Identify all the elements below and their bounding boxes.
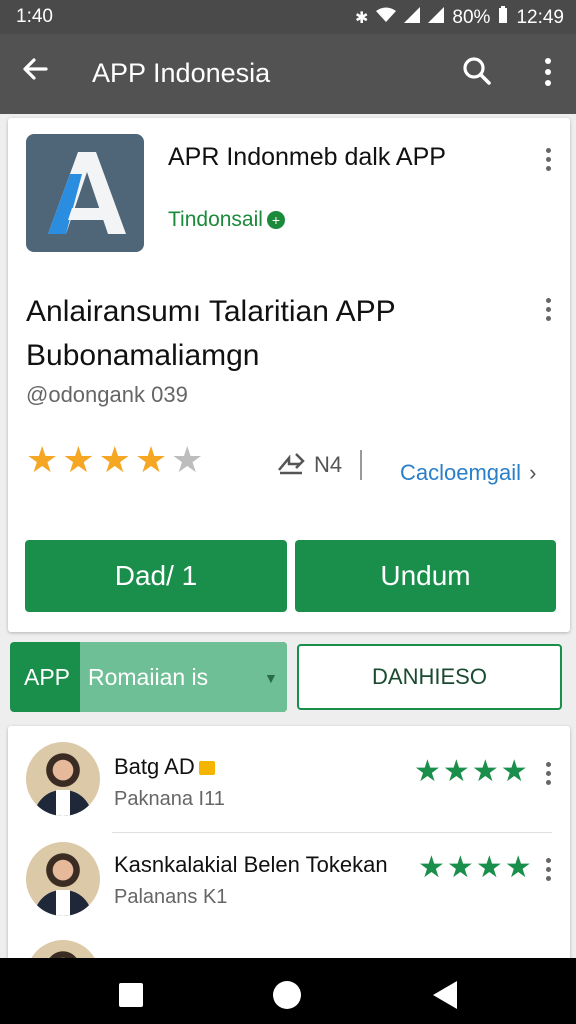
status-clock: 12:49 [516, 6, 564, 28]
reviewer-name: Kasnkalakial Belen Tokekan [114, 852, 388, 877]
reviewer-subtitle: Paknana I11 [114, 788, 225, 810]
star-icon: ★ [414, 755, 441, 788]
reviews-card: Batg AD Paknana I11 ★ ★ ★ ★ Kasnkalakial Be… [8, 726, 570, 1014]
developer-name: Tindonsail [168, 208, 263, 231]
back-triangle-icon[interactable] [432, 980, 458, 1015]
avatar [26, 742, 100, 816]
star-icon: ★ [471, 755, 499, 788]
reviewer-name: Batg AD [114, 754, 215, 780]
app-name: APR Indonmeb dalk APP [168, 143, 446, 171]
star-icon: ★ [475, 851, 503, 884]
battery-icon [498, 6, 508, 29]
install-button[interactable]: Undum [295, 540, 556, 612]
review-stars: ★ ★ ★ ★ [414, 756, 528, 788]
review-item[interactable]: Batg AD Paknana I11 ★ ★ ★ ★ [8, 732, 570, 840]
signal-icon-2 [428, 7, 445, 28]
star-icon: ★ [26, 439, 59, 480]
dropdown-caret-icon: ▼ [264, 670, 278, 686]
reviewer-name-text: Batg AD [114, 754, 195, 779]
app-more-icon[interactable] [543, 148, 553, 174]
app-filter-dropdown[interactable]: APP Romaiian is ▼ [10, 642, 287, 712]
review-stars: ★ ★ ★ ★ [418, 852, 532, 884]
app-logo-icon [26, 134, 144, 252]
star-icon: ★ [418, 851, 445, 884]
battery-percent: 80% [452, 6, 491, 28]
divider [112, 832, 552, 833]
status-icons: ✱ 80% 12:49 [355, 6, 564, 29]
star-icon: ★ [504, 851, 532, 884]
review-more-icon[interactable] [543, 762, 553, 788]
wifi-icon [376, 7, 397, 28]
lock-icon [198, 761, 215, 775]
app-headline: Anlairansumı Talaritian APP Bubonamaliam… [26, 295, 396, 372]
star-icon: ★ [134, 439, 168, 480]
rating-stars: ★ ★ ★ ★ ★ [26, 440, 203, 480]
status-bar: 1:40 ✱ 80% 12:49 [0, 0, 576, 34]
recents-icon[interactable] [118, 982, 144, 1013]
review-item[interactable]: Kasnkalakial Belen Tokekan Palanans K1 ★… [8, 836, 570, 944]
chevron-right-icon: › [529, 460, 537, 485]
star-icon: ★ [98, 439, 131, 480]
outline-button[interactable]: DANHIESO [297, 644, 562, 710]
category-link[interactable]: Cacloemgail › [400, 460, 536, 486]
star-icon: ★ [442, 755, 470, 788]
filter-selected[interactable]: Romaiian is ▼ [80, 642, 287, 712]
share-count: N4 [314, 452, 343, 477]
search-icon[interactable] [460, 54, 494, 90]
star-icon: ★ [171, 439, 204, 480]
status-time: 1:40 [16, 6, 53, 27]
verified-badge-icon: + [266, 211, 285, 230]
filter-row: APP Romaiian is ▼ DANHIESO [10, 642, 562, 712]
filter-selected-label: Romaiian is [88, 664, 209, 690]
app-handle: @odongank 039 [26, 382, 188, 407]
system-nav-bar [0, 958, 576, 1024]
bluetooth-icon: ✱ [355, 9, 369, 27]
filter-prefix: APP [24, 664, 71, 690]
overflow-menu-icon[interactable] [538, 56, 558, 88]
category-label: Cacloemgail [400, 460, 522, 485]
headline-more-icon[interactable] [543, 298, 553, 324]
star-icon: ★ [446, 851, 474, 884]
reviewer-subtitle: Palanans K1 [114, 886, 228, 908]
signal-icon [404, 7, 421, 28]
star-icon: ★ [500, 755, 528, 788]
app-bar: APP Indonesia [0, 34, 576, 114]
home-icon[interactable] [272, 980, 302, 1015]
avatar [26, 842, 100, 916]
divider [360, 450, 363, 480]
back-arrow-icon[interactable] [20, 54, 50, 93]
primary-left-button[interactable]: Dad/ 1 [25, 540, 287, 612]
developer-link[interactable]: Tindonsail + [168, 208, 285, 232]
app-bar-title: APP Indonesia [92, 58, 271, 88]
app-detail-card: APR Indonmeb dalk APP Tindonsail + Anlair… [8, 118, 570, 632]
share-control[interactable]: N4 [276, 448, 363, 482]
star-icon: ★ [62, 439, 95, 480]
share-icon [276, 448, 306, 482]
review-more-icon[interactable] [543, 858, 553, 884]
